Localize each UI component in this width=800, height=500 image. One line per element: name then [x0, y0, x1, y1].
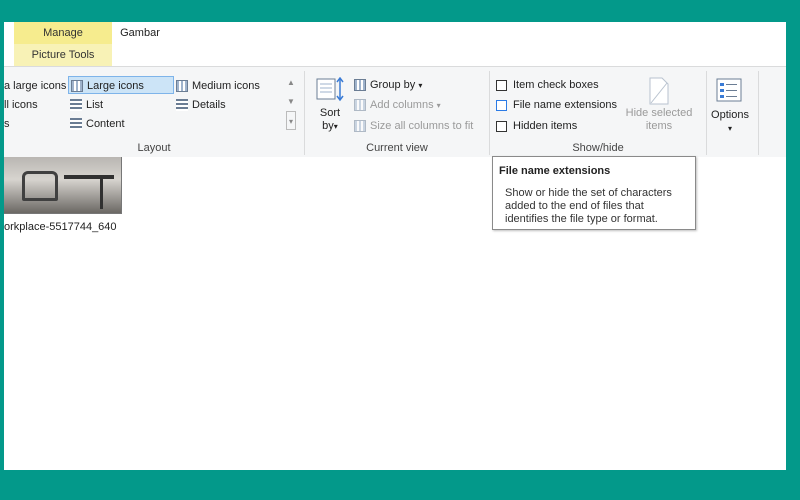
file-name[interactable]: orkplace-5517744_640 — [4, 221, 117, 233]
content-icon — [70, 118, 82, 131]
list-icon — [70, 99, 82, 112]
layout-group-label: Layout — [137, 142, 171, 154]
layout-tiles[interactable]: s — [4, 115, 10, 133]
add-columns-button[interactable]: Add columns ▾ — [354, 96, 441, 114]
tiles-label: s — [4, 118, 10, 130]
hidden-items-label: Hidden items — [513, 120, 578, 132]
size-columns-icon — [354, 120, 366, 133]
item-check-boxes-checkbox[interactable] — [496, 79, 507, 91]
options-button[interactable]: Options ▾ — [708, 109, 752, 135]
tooltip-title: File name extensions — [499, 165, 611, 177]
medium-icons-label: Medium icons — [192, 80, 260, 92]
layout-extra-large-icons[interactable]: a large icons — [4, 77, 68, 95]
item-check-boxes-option[interactable]: Item check boxes — [496, 76, 599, 94]
add-columns-label: Add columns — [370, 99, 434, 111]
thumbnail-table-leg-shape — [100, 179, 103, 209]
hide-selected-label-1: Hide selected — [625, 107, 693, 119]
show-hide-group-label: Show/hide — [572, 142, 624, 154]
current-view-group-label: Current view — [366, 142, 428, 154]
ribbon-separator — [758, 71, 759, 155]
large-icons-icon — [71, 80, 83, 93]
list-label: List — [86, 99, 104, 111]
layout-gallery-scroll[interactable]: ▲ ▼ ▾ — [286, 73, 296, 131]
size-columns-label: Size all columns to fit — [370, 120, 474, 132]
size-columns-button[interactable]: Size all columns to fit — [354, 117, 473, 135]
details-label: Details — [192, 99, 226, 111]
sort-by-button[interactable]: Sort by▾ — [318, 107, 342, 133]
hide-selected-icon — [647, 77, 671, 105]
layout-medium-icons[interactable]: Medium icons — [176, 77, 260, 95]
item-check-boxes-label: Item check boxes — [513, 79, 599, 91]
ribbon-tab-row: Manage Gambar — [4, 22, 786, 44]
options-dropdown-icon: ▾ — [727, 124, 732, 133]
layout-small-icons[interactable]: ll icons — [4, 96, 38, 114]
tab-manage[interactable]: Manage — [14, 22, 112, 44]
thumbnail-chair-shape — [22, 171, 58, 201]
sort-by-label-2: by — [322, 120, 334, 132]
add-columns-dropdown-icon: ▾ — [436, 101, 441, 110]
file-name-extensions-option[interactable]: File name extensions — [496, 96, 617, 114]
gallery-down-icon[interactable]: ▼ — [286, 92, 296, 111]
small-icons-label: ll icons — [4, 99, 38, 111]
medium-icons-icon — [176, 80, 188, 93]
gallery-up-icon[interactable]: ▲ — [286, 73, 296, 92]
sort-by-icon[interactable] — [316, 77, 346, 103]
picture-tools-label: Picture Tools — [14, 44, 112, 66]
ribbon-separator — [706, 71, 707, 155]
sort-by-dropdown-icon: ▾ — [333, 122, 338, 131]
layout-large-icons[interactable]: Large icons — [68, 76, 174, 94]
layout-details[interactable]: Details — [176, 96, 226, 114]
file-name-extensions-checkbox[interactable] — [496, 99, 507, 111]
group-by-dropdown-icon: ▾ — [418, 81, 423, 90]
ribbon: a large icons ll icons s Large icons Lis… — [4, 66, 786, 158]
gallery-more-icon[interactable]: ▾ — [286, 111, 296, 130]
layout-content[interactable]: Content — [70, 115, 125, 133]
group-by-label: Group by — [370, 79, 416, 91]
hide-selected-items-button[interactable]: Hide selected items — [622, 107, 696, 133]
add-columns-icon — [354, 99, 366, 112]
large-icons-label: Large icons — [87, 80, 144, 92]
options-icon — [716, 78, 742, 102]
group-by-icon — [354, 79, 366, 92]
tooltip: File name extensions Show or hide the se… — [492, 156, 696, 230]
thumbnail-table-shape — [64, 175, 114, 179]
hidden-items-checkbox[interactable] — [496, 120, 507, 132]
sort-by-label-1: Sort — [319, 107, 341, 119]
extra-large-icons-label: a large icons — [4, 80, 67, 92]
layout-list[interactable]: List — [70, 96, 103, 114]
details-icon — [176, 99, 188, 112]
hidden-items-option[interactable]: Hidden items — [496, 117, 577, 135]
file-name-extensions-label: File name extensions — [513, 99, 617, 111]
tab-gambar[interactable]: Gambar — [112, 22, 168, 44]
tooltip-body: Show or hide the set of characters added… — [505, 187, 672, 225]
options-label: Options — [711, 109, 749, 121]
file-thumbnail[interactable] — [4, 157, 122, 214]
content-label: Content — [86, 118, 125, 130]
file-explorer-window: Manage Gambar Picture Tools a large icon… — [4, 22, 786, 470]
hide-selected-label-2: items — [645, 120, 673, 132]
group-by-button[interactable]: Group by ▾ — [354, 76, 422, 94]
